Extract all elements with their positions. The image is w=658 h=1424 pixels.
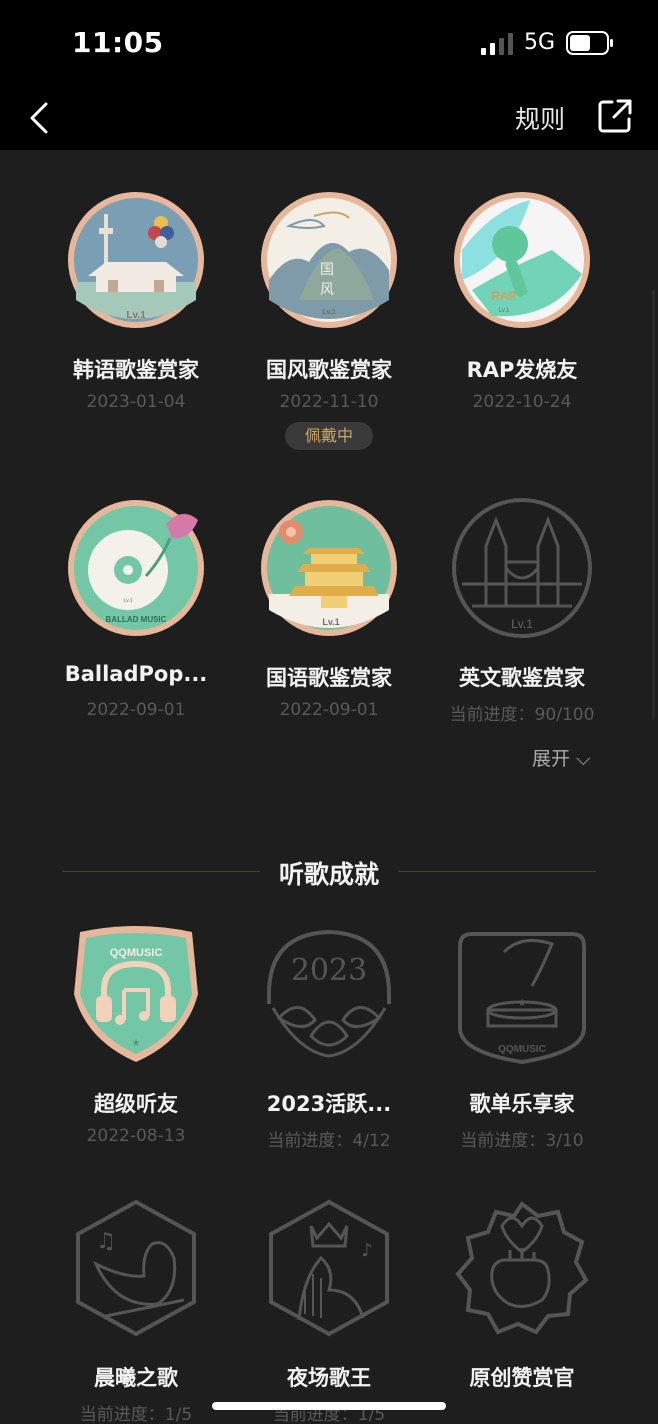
- badge-level-text: Lv.1: [511, 617, 533, 631]
- badge-date: 2022-09-01: [279, 700, 379, 720]
- badge-date: 2022-09-01: [86, 700, 186, 720]
- badge-level-text: Lv.1: [123, 598, 132, 604]
- status-bar: 11:05 5G: [0, 0, 658, 88]
- star-icon: ★: [132, 1038, 141, 1049]
- guofeng-badge-icon[interactable]: 国 风 Lv.1: [259, 190, 399, 330]
- playlist-badge-icon[interactable]: ★ QQMUSIC: [452, 924, 592, 1064]
- badge-date: 2023-01-04: [86, 392, 186, 412]
- english-badge-icon[interactable]: Lv.1: [452, 498, 592, 638]
- rap-badge-icon[interactable]: RAP Lv.1: [452, 190, 592, 330]
- korean-song-badge-icon[interactable]: Lv.1: [66, 190, 206, 330]
- scrollbar[interactable]: [652, 290, 655, 720]
- badge-date: 2022-10-24: [472, 392, 572, 412]
- badge-name: 英文歌鉴赏家: [459, 666, 585, 690]
- home-indicator[interactable]: [212, 1402, 446, 1410]
- expand-label: 展开: [532, 748, 571, 770]
- music-note-icon: ♫: [96, 1229, 116, 1254]
- active-2023-badge-icon[interactable]: 2023: [259, 924, 399, 1064]
- battery-icon: [566, 31, 613, 55]
- badge-inline-text: QQMUSIC: [110, 947, 163, 959]
- badge-progress: 当前进度：1/5: [79, 1405, 193, 1424]
- ballad-badge-icon[interactable]: Lv.1 BALLAD MUSIC: [66, 498, 206, 638]
- badge-name: 超级听友: [94, 1092, 178, 1116]
- super-listener-badge-icon[interactable]: QQMUSIC ★: [66, 924, 206, 1064]
- badge-progress: 当前进度：3/10: [460, 1131, 584, 1151]
- badge-name: 歌单乐享家: [469, 1092, 575, 1116]
- badge-progress: 当前进度：90/100: [449, 705, 595, 725]
- badge-level-text: Lv.1: [322, 309, 336, 316]
- badge-level-text: Lv.1: [322, 617, 339, 627]
- badge-name: 晨曦之歌: [94, 1366, 178, 1390]
- badge-name: BalladPop...: [64, 662, 208, 686]
- section-title: 听歌成就: [278, 860, 379, 889]
- dawn-song-badge-icon[interactable]: ♫: [66, 1198, 206, 1338]
- original-appreciation-badge-icon[interactable]: [452, 1198, 592, 1338]
- signal-icon: [481, 33, 513, 55]
- badge-inline-text: RAP: [491, 289, 516, 303]
- badge-name: 国风歌鉴赏家: [266, 358, 392, 382]
- badge-name: 2023活跃...: [266, 1092, 392, 1116]
- mandarin-badge-icon[interactable]: Lv.1: [259, 498, 399, 638]
- music-note-icon: ♪: [361, 1240, 373, 1261]
- status-time: 11:05: [72, 26, 164, 59]
- night-king-badge-icon[interactable]: ♪: [259, 1198, 399, 1338]
- share-icon[interactable]: [596, 97, 634, 135]
- expand-button[interactable]: 展开 ⌵: [532, 744, 590, 771]
- badge-name: 韩语歌鉴赏家: [73, 358, 199, 382]
- star-icon: ★: [518, 998, 527, 1009]
- chevron-down-icon: ⌵: [576, 748, 591, 770]
- badge-date: 2022-08-13: [86, 1126, 186, 1146]
- badge-inline-text: 风: [320, 282, 334, 298]
- badge-name: 原创赞赏官: [469, 1366, 575, 1390]
- badge-level-text: Lv.1: [126, 310, 146, 321]
- badge-date: 2022-11-10: [279, 392, 379, 412]
- badge-progress: 当前进度：4/12: [267, 1131, 391, 1151]
- badge-level-text: Lv.1: [499, 308, 511, 314]
- badge-inline-text: 国: [320, 262, 334, 278]
- network-label: 5G: [524, 30, 556, 55]
- badge-inline-text: BALLAD MUSIC: [106, 615, 167, 624]
- badge-name: 夜场歌王: [287, 1366, 371, 1390]
- nav-bar: 规则: [0, 88, 658, 150]
- back-arrow-icon[interactable]: [26, 98, 56, 138]
- wearing-tag: 佩戴中: [285, 422, 373, 450]
- badge-name: 国语歌鉴赏家: [266, 666, 392, 690]
- badge-name: RAP发烧友: [466, 358, 578, 382]
- section-divider-right: [398, 871, 596, 872]
- badge-inline-text: 2023: [291, 953, 367, 988]
- badge-inline-text: QQMUSIC: [498, 1044, 546, 1055]
- rules-link[interactable]: 规则: [515, 100, 565, 136]
